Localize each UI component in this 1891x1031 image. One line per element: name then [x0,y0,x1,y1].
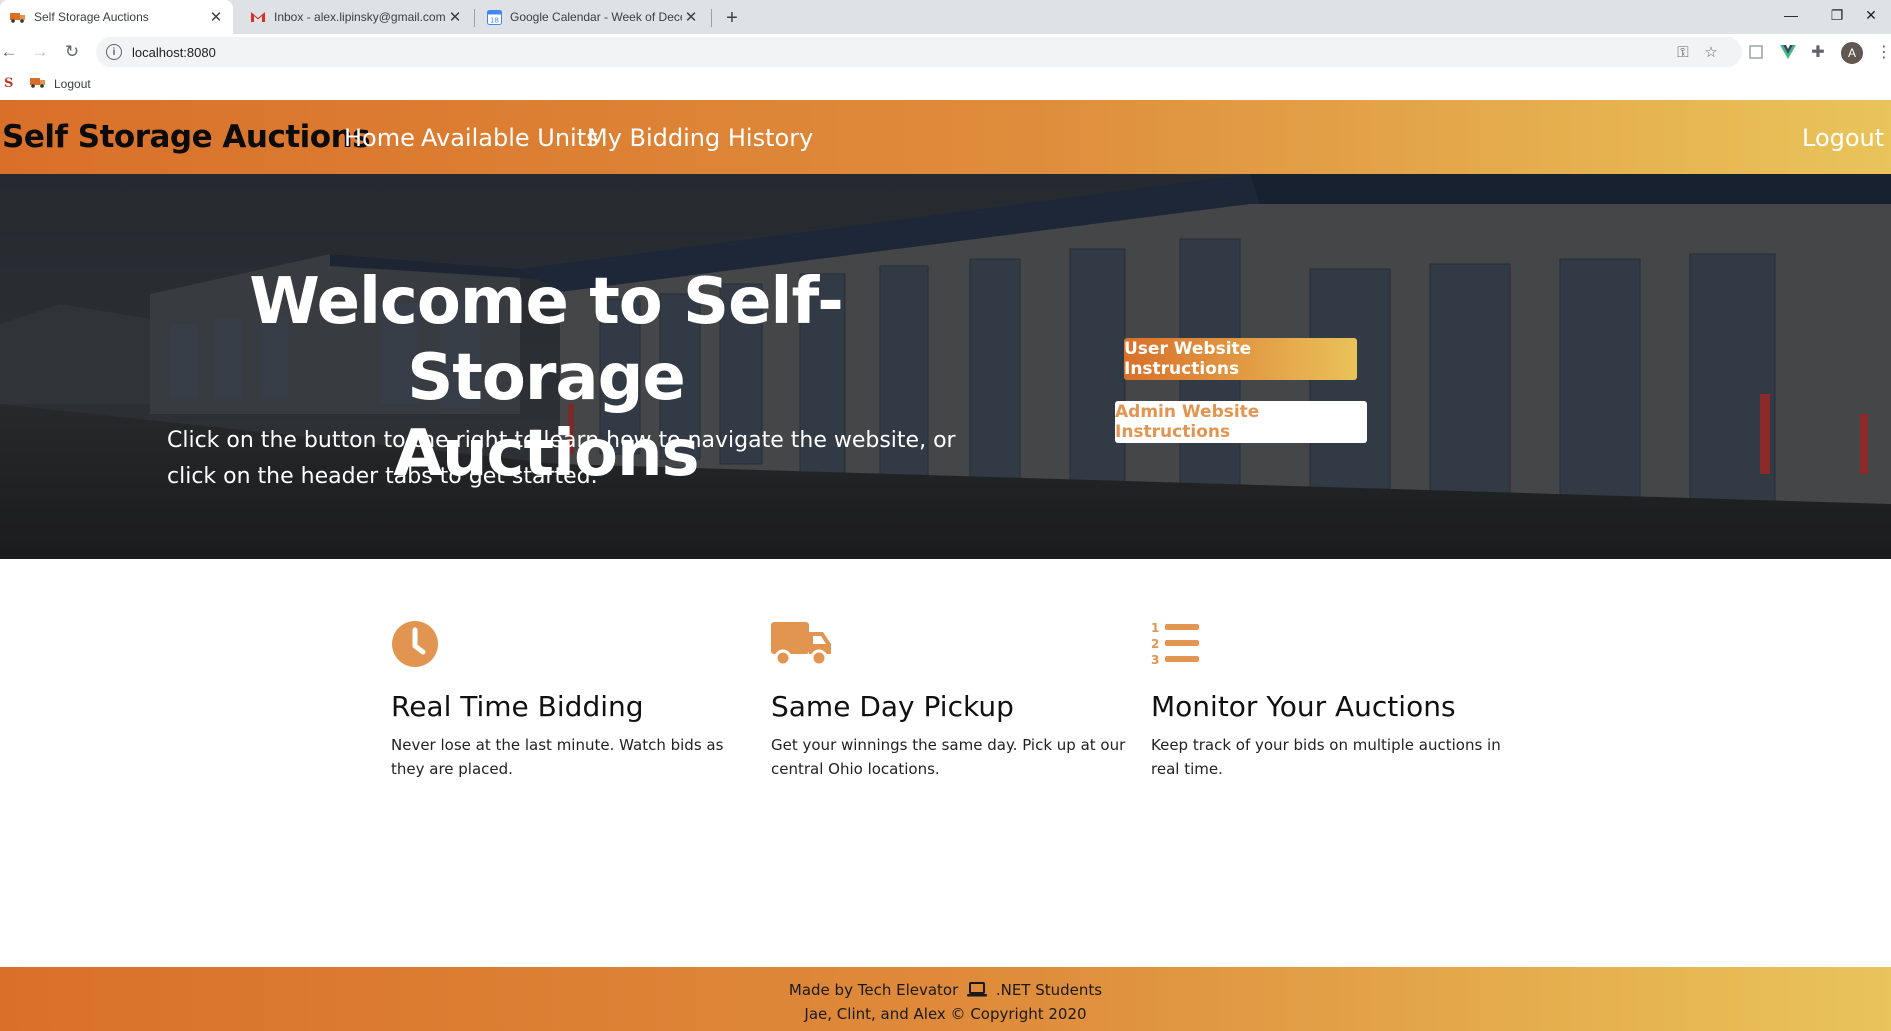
tab-title: Self Storage Auctions [34,10,149,24]
url-input[interactable] [132,42,1632,62]
minimize-icon[interactable]: — [1768,0,1814,30]
star-icon[interactable]: ☆ [1702,43,1720,61]
close-icon[interactable]: ✕ [682,8,700,26]
gmail-favicon [250,9,266,25]
feature-text: Keep track of your bids on multiple auct… [1151,736,1501,778]
browser-tab-self-storage[interactable]: Self Storage Auctions ✕ [0,0,233,34]
nav-available-units[interactable]: Available Units [421,124,599,152]
vue-extension-icon[interactable] [1778,42,1798,62]
browser-tab-calendar[interactable]: 18 Google Calendar - Week of Dece ✕ [476,0,708,34]
nav-logout[interactable]: Logout [1802,124,1884,152]
bookmark-s[interactable]: S [4,76,13,91]
admin-instructions-button[interactable]: Admin Website Instructions [1115,401,1367,443]
browser-toolbar: ← → ↻ i ⚿ ☆ ✚ A ⋮ [0,34,1891,70]
window-close-icon[interactable]: ✕ [1848,0,1891,30]
clock-icon [391,620,451,672]
footer-students: .NET Students [995,981,1103,999]
footer-made-by: Made by Tech Elevator [788,981,959,999]
key-icon[interactable]: ⚿ [1674,43,1692,61]
truck-favicon [30,76,46,91]
svg-text:1: 1 [1151,621,1159,635]
feature-title: Same Day Pickup [771,690,1014,723]
bookmark-logout[interactable]: Logout [30,76,91,91]
new-tab-button[interactable]: + [720,6,744,30]
truck-icon [771,620,831,672]
close-icon[interactable]: ✕ [207,8,225,26]
hero-banner: Welcome to Self-Storage Auctions Click o… [0,174,1891,559]
hero-title-line1: Welcome to Self-Storage [249,265,843,415]
brand-logo-text[interactable]: Self Storage Auctions [2,119,371,155]
extension-square-icon[interactable] [1746,42,1766,62]
svg-text:18: 18 [490,16,499,24]
back-arrow-icon[interactable]: ← [0,39,22,65]
puzzle-icon[interactable]: ✚ [1808,42,1828,62]
close-icon[interactable]: ✕ [446,8,464,26]
nav-home[interactable]: Home [344,124,415,152]
address-bar[interactable]: i ⚿ ☆ [96,37,1742,67]
tab-separator [711,9,712,27]
bookmarks-bar: S Logout [0,70,1891,100]
feature-monitor-auctions: 1 2 3 Monitor Your Auctions Keep track of … [1151,620,1511,781]
info-icon[interactable]: i [106,44,122,60]
numbered-list-icon: 1 2 3 [1151,620,1211,672]
svg-text:2: 2 [1151,637,1159,651]
nav-my-bidding-history[interactable]: My Bidding History [587,124,813,152]
feature-same-day-pickup: Same Day Pickup Get your winnings the sa… [771,620,1131,781]
browser-tabstrip: Self Storage Auctions ✕ Inbox - alex.lip… [0,0,1891,34]
bookmark-label: Logout [54,76,91,91]
site-header: Self Storage Auctions Home Available Uni… [0,100,1891,174]
forward-arrow-icon[interactable]: → [27,39,53,65]
tab-title: Inbox - alex.lipinsky@gmail.com [274,10,446,24]
browser-tab-gmail[interactable]: Inbox - alex.lipinsky@gmail.com ✕ [240,0,472,34]
feature-title: Monitor Your Auctions [1151,690,1456,723]
feature-real-time-bidding: Real Time Bidding Never lose at the last… [391,620,751,781]
avatar[interactable]: A [1841,42,1863,64]
kebab-menu-icon[interactable]: ⋮ [1874,42,1891,62]
tab-title: Google Calendar - Week of Dece [510,10,682,24]
s-favicon: S [4,76,14,91]
site-footer: Made by Tech Elevator .NET Students Jae,… [0,967,1891,1031]
svg-text:3: 3 [1151,653,1159,666]
calendar-favicon: 18 [486,9,502,25]
feature-title: Real Time Bidding [391,690,644,723]
reload-icon[interactable]: ↻ [59,39,85,65]
feature-text: Get your winnings the same day. Pick up … [771,736,1126,778]
footer-copyright: Jae, Clint, and Alex © Copyright 2020 [804,1005,1087,1023]
truck-favicon [10,9,26,25]
tab-separator [474,9,475,27]
hero-subtitle: Click on the button to the right to lear… [167,428,956,489]
feature-text: Never lose at the last minute. Watch bid… [391,736,724,778]
laptop-icon [967,982,988,1001]
footer-credits: Made by Tech Elevator .NET Students [0,981,1891,1001]
user-instructions-button[interactable]: User Website Instructions [1124,338,1357,380]
